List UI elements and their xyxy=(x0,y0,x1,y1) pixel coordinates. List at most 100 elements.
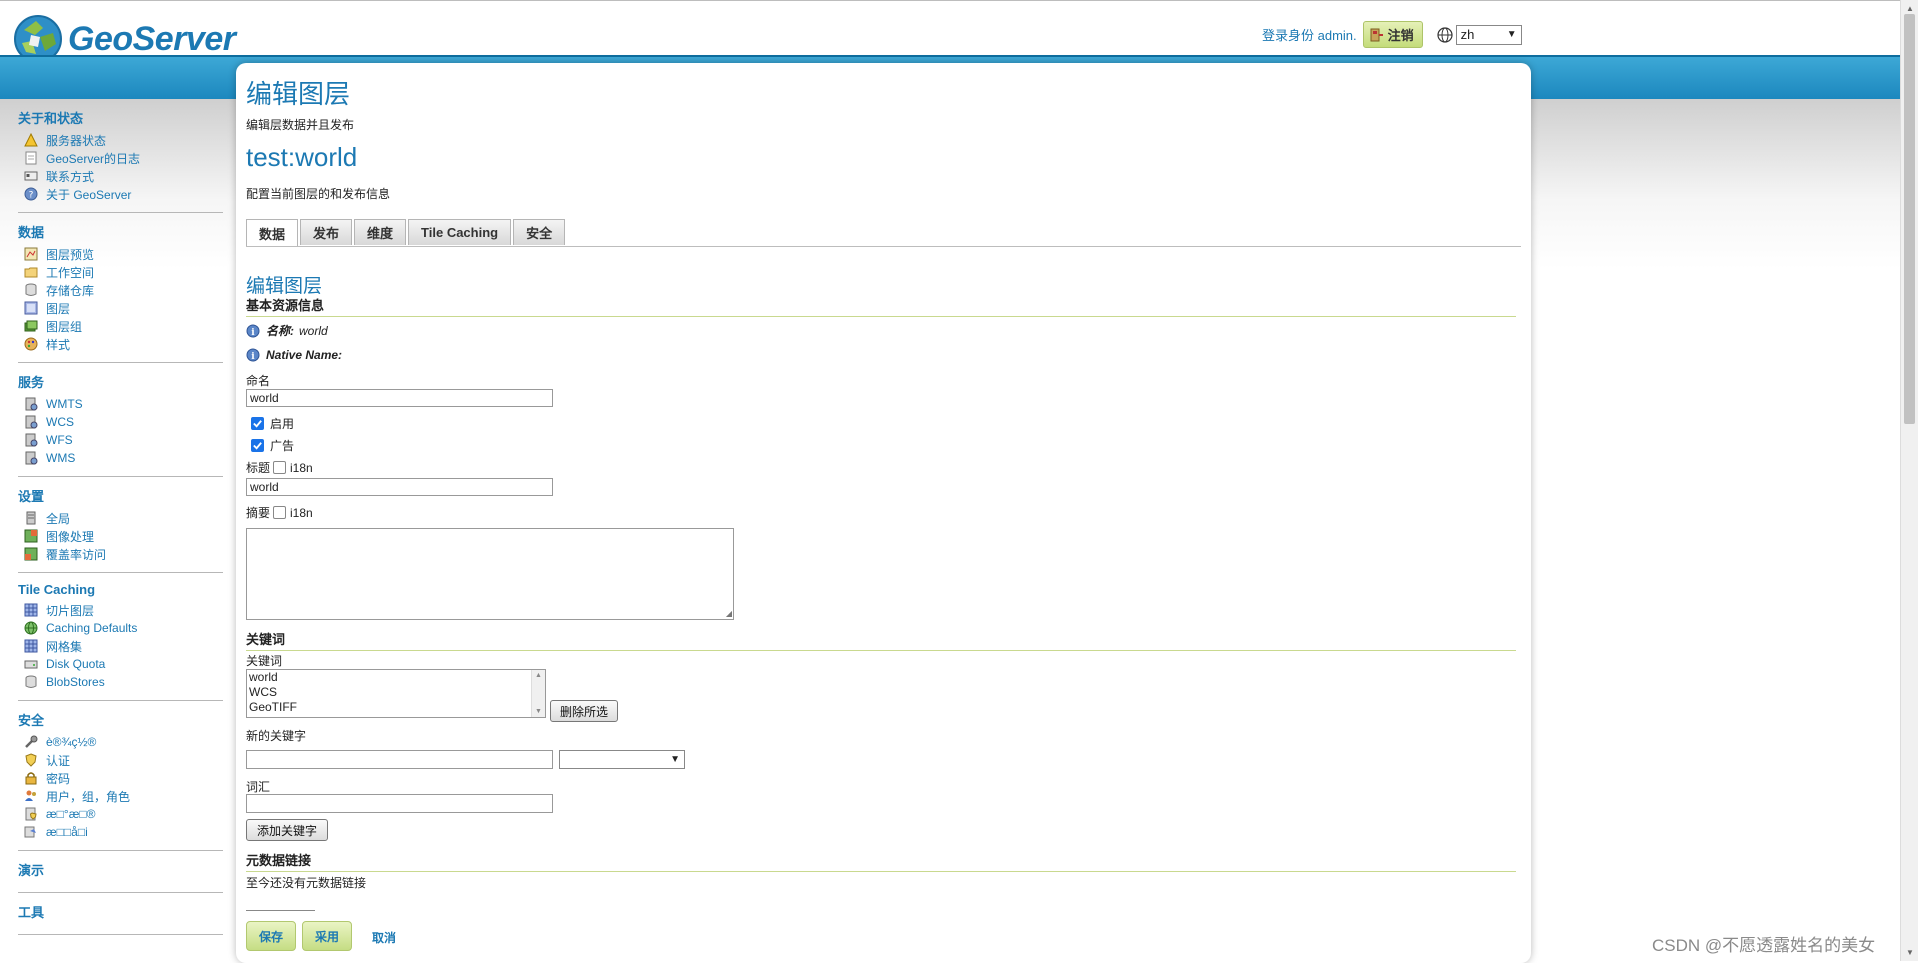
tab-security[interactable]: 安全 xyxy=(513,219,566,245)
chevron-down-icon: ▼ xyxy=(670,754,680,765)
apply-button[interactable]: 采用 xyxy=(302,921,352,951)
sidebar-item-coverage-access[interactable]: 覆盖率访问 xyxy=(18,545,223,563)
scroll-down-arrow-icon[interactable]: ▼ xyxy=(1906,948,1914,957)
name-info: i 名称: world xyxy=(246,322,328,339)
name-label: 命名 xyxy=(246,374,271,388)
sidebar-item-caching-defaults[interactable]: Caching Defaults xyxy=(18,619,223,637)
title-input[interactable]: world xyxy=(246,478,553,496)
cancel-link[interactable]: 取消 xyxy=(372,929,396,946)
section-basic-info: 基本资源信息 xyxy=(246,295,1516,317)
vocabulary-input[interactable] xyxy=(246,794,553,813)
new-keyword-label: 新的关键字 xyxy=(246,729,307,743)
name-info-label: 名称: xyxy=(266,324,294,338)
main-panel xyxy=(236,63,1531,963)
sidebar-item-label: 图层预览 xyxy=(46,247,95,262)
keyword-language-select[interactable]: ▼ xyxy=(559,750,685,769)
sidebar-item-tile-layers[interactable]: 切片图层 xyxy=(18,601,223,619)
new-keyword-input[interactable] xyxy=(246,750,553,769)
sidebar-item-passwords[interactable]: 密码 xyxy=(18,769,223,787)
layer-icon xyxy=(24,301,38,315)
keywords-listbox[interactable]: world WCS GeoTIFF ▲ ▼ xyxy=(246,669,546,718)
sidebar-item-contact[interactable]: 联系方式 xyxy=(18,167,223,185)
advertised-checkbox-row[interactable]: 广告 xyxy=(251,437,294,454)
sidebar-item-layers[interactable]: 图层 xyxy=(18,299,223,317)
sidebar-item-label: 图层组 xyxy=(46,319,83,334)
section-keywords: 关键词 xyxy=(246,629,1516,651)
sidebar-item-blobstores[interactable]: BlobStores xyxy=(18,673,223,691)
enabled-label: 启用 xyxy=(270,417,295,431)
advertised-checkbox[interactable] xyxy=(251,439,264,452)
sidebar-item-service-security[interactable]: æ□□å□i xyxy=(18,823,223,841)
info-icon: i xyxy=(246,348,260,362)
tab-tile-caching[interactable]: Tile Caching xyxy=(408,219,512,245)
sidebar-item-wms[interactable]: WMS xyxy=(18,449,223,467)
name-info-value: world xyxy=(299,323,328,338)
login-status: 登录身份 admin. xyxy=(1262,28,1357,43)
sidebar-item-label: è®¾ç½® xyxy=(46,735,97,749)
sidebar-heading[interactable]: 演示 xyxy=(18,860,223,879)
sidebar-item-gridsets[interactable]: 网格集 xyxy=(18,637,223,655)
sidebar-item-wfs[interactable]: WFS xyxy=(18,431,223,449)
folder-icon xyxy=(24,265,38,279)
sidebar-item-image-processing[interactable]: 图像处理 xyxy=(18,527,223,545)
tab-dimensions[interactable]: 维度 xyxy=(354,219,407,245)
name-input[interactable]: world xyxy=(246,389,553,407)
language-select[interactable]: zh ▼ xyxy=(1455,24,1522,45)
sidebar-item-users-groups-roles[interactable]: 用户，组，角色 xyxy=(18,787,223,805)
save-button[interactable]: 保存 xyxy=(246,921,296,951)
sidebar-item-authentication[interactable]: 认证 xyxy=(18,751,223,769)
sidebar-item-security-settings[interactable]: è®¾ç½® xyxy=(18,733,223,751)
list-item[interactable]: WCS xyxy=(247,685,545,700)
language-value: zh xyxy=(1460,27,1475,42)
logo-text: GeoServer xyxy=(68,19,236,58)
tab-publishing[interactable]: 发布 xyxy=(300,219,353,245)
sidebar-item-about[interactable]: ? 关于 GeoServer xyxy=(18,185,223,203)
scroll-up-arrow-icon[interactable]: ▲ xyxy=(535,672,542,679)
remove-selected-button[interactable]: 删除所选 xyxy=(550,700,618,722)
sidebar-item-wcs[interactable]: WCS xyxy=(18,413,223,431)
sidebar-item-label: WFS xyxy=(46,433,73,447)
sidebar-item-disk-quota[interactable]: Disk Quota xyxy=(18,655,223,673)
scroll-up-arrow-icon[interactable]: ▲ xyxy=(1906,4,1914,13)
sidebar-item-label: 服务器状态 xyxy=(46,133,107,148)
sidebar-section-services: 服务 WMTS WCS WFS WMS xyxy=(18,372,223,477)
sidebar-item-layer-groups[interactable]: 图层组 xyxy=(18,317,223,335)
sidebar-item-layer-preview[interactable]: 图层预览 xyxy=(18,245,223,263)
sidebar-section-tile-caching: Tile Caching 切片图层 Caching Defaults 网格集 D… xyxy=(18,582,223,701)
sidebar-item-global[interactable]: 全局 xyxy=(18,509,223,527)
list-item[interactable]: GeoTIFF xyxy=(247,700,545,715)
image-icon xyxy=(24,529,38,543)
sidebar-item-label: 用户，组，角色 xyxy=(46,789,131,804)
scroll-down-arrow-icon[interactable]: ▼ xyxy=(535,708,542,715)
page-scrollbar[interactable]: ▲ ▼ xyxy=(1900,0,1918,961)
sidebar-item-stores[interactable]: 存储仓库 xyxy=(18,281,223,299)
tab-data[interactable]: 数据 xyxy=(246,219,299,246)
sidebar-item-workspaces[interactable]: 工作空间 xyxy=(18,263,223,281)
add-keyword-button[interactable]: 添加关键字 xyxy=(246,819,328,841)
sidebar-section-demos[interactable]: 演示 xyxy=(18,860,223,893)
sidebar-item-logs[interactable]: GeoServer的日志 xyxy=(18,149,223,167)
enabled-checkbox-row[interactable]: 启用 xyxy=(251,415,294,432)
sidebar-section-tools[interactable]: 工具 xyxy=(18,902,223,935)
sidebar-heading: 服务 xyxy=(18,375,45,390)
abstract-textarea[interactable]: ◢ xyxy=(246,528,734,620)
enabled-checkbox[interactable] xyxy=(251,417,264,430)
sidebar-item-label: 认证 xyxy=(46,753,71,768)
scrollbar-thumb[interactable] xyxy=(1904,14,1915,424)
sidebar-item-label: 图层 xyxy=(46,301,71,316)
sidebar-item-server-status[interactable]: 服务器状态 xyxy=(18,131,223,149)
abstract-i18n-checkbox[interactable] xyxy=(273,506,287,519)
title-i18n-checkbox[interactable] xyxy=(273,461,287,474)
title-i18n-label: i18n xyxy=(290,460,313,475)
watermark: CSDN @不愿透露姓名的美女 xyxy=(1652,936,1876,955)
sidebar-item-wmts[interactable]: WMTS xyxy=(18,395,223,413)
logout-button[interactable]: 注销 xyxy=(1362,21,1423,48)
sidebar-item-styles[interactable]: 样式 xyxy=(18,335,223,353)
sidebar-item-label: Caching Defaults xyxy=(46,621,138,635)
sidebar-heading[interactable]: 工具 xyxy=(18,902,223,921)
list-item[interactable]: world xyxy=(247,670,545,685)
listbox-scrollbar[interactable]: ▲ ▼ xyxy=(531,670,545,717)
resize-handle-icon[interactable]: ◢ xyxy=(726,609,732,618)
users-icon xyxy=(24,789,38,803)
sidebar-item-data-security[interactable]: æ□°æ□® xyxy=(18,805,223,823)
